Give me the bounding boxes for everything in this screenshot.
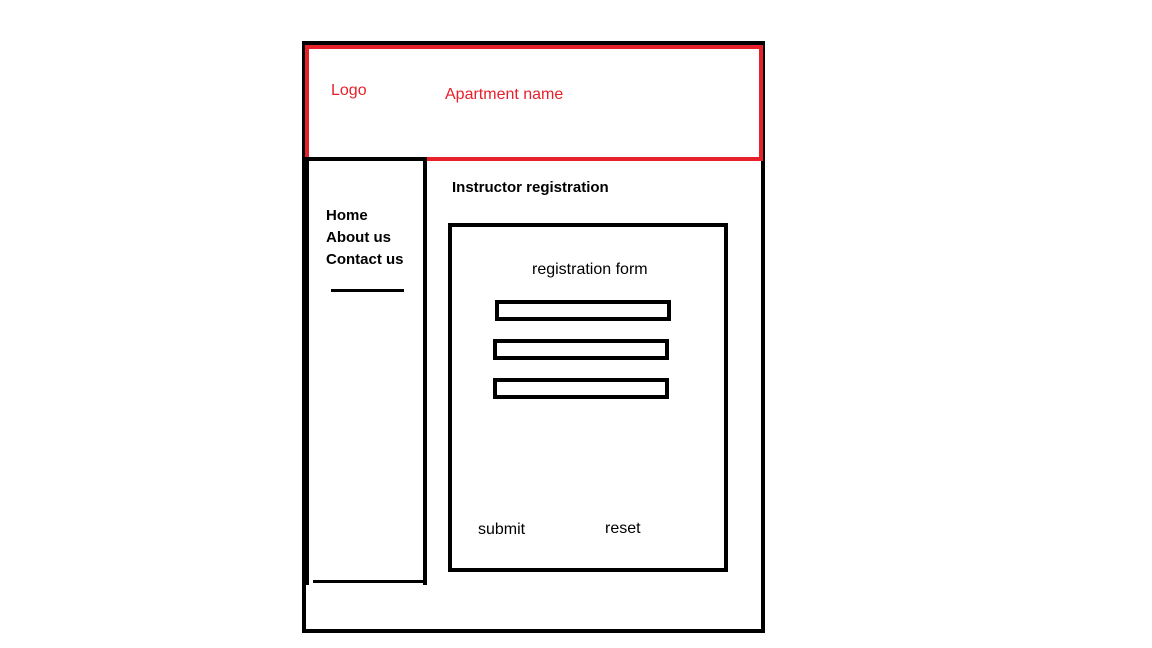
submit-button[interactable]: submit: [478, 521, 525, 539]
sidebar-bottom-border: [313, 580, 426, 583]
sidebar-item-contact-us[interactable]: Contact us: [326, 249, 404, 271]
form-field-2[interactable]: [493, 339, 669, 360]
sidebar-nav: Home About us Contact us: [326, 205, 404, 271]
page-title: Instructor registration: [452, 179, 609, 196]
wireframe-canvas: Logo Apartment name Home About us Contac…: [0, 0, 1152, 648]
logo[interactable]: Logo: [331, 82, 367, 100]
apartment-name: Apartment name: [445, 86, 564, 103]
reset-button[interactable]: reset: [605, 520, 641, 538]
form-field-3[interactable]: [493, 378, 669, 399]
sidebar-item-home[interactable]: Home: [326, 205, 404, 227]
nav-divider: [331, 289, 404, 292]
form-field-1[interactable]: [495, 300, 671, 321]
form-title: registration form: [532, 261, 648, 278]
sidebar-item-about-us[interactable]: About us: [326, 227, 404, 249]
